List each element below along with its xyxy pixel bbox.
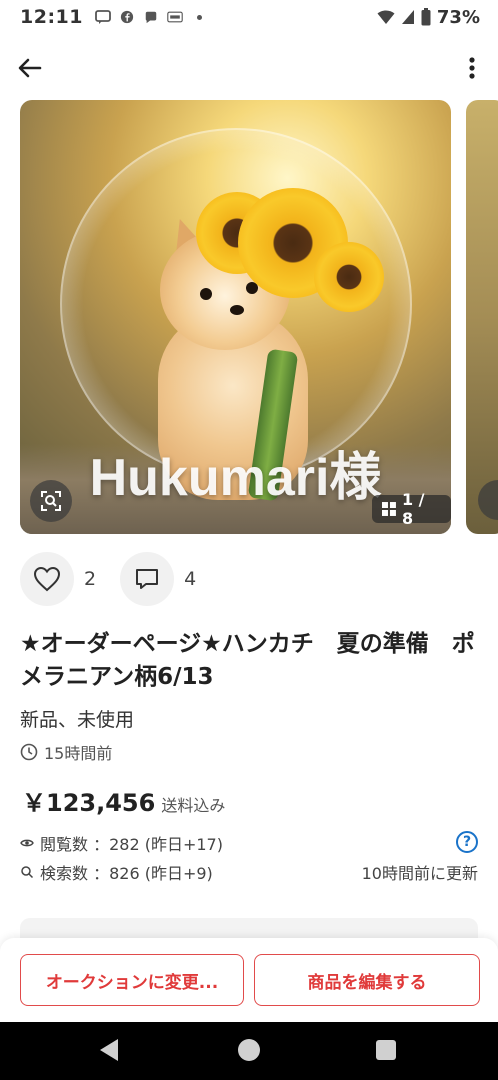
- battery-icon: [421, 8, 431, 26]
- more-notifications-dot: [196, 14, 202, 20]
- nav-back-icon[interactable]: [100, 1039, 118, 1061]
- dog-eye: [200, 288, 212, 300]
- help-icon[interactable]: ?: [456, 831, 478, 853]
- heart-icon: [33, 566, 61, 592]
- views-count: 閲覧数 ：282 (昨日+17): [40, 835, 223, 854]
- wifi-icon: [377, 10, 395, 24]
- nav-recent-apps-icon[interactable]: [376, 1040, 396, 1060]
- dog-nose: [230, 305, 244, 315]
- shipping-included: 送料込み: [161, 796, 226, 815]
- comment-count: 4: [184, 568, 197, 590]
- grid-icon: [382, 502, 396, 516]
- product-condition: 新品、未使用: [20, 709, 135, 731]
- edit-product-button[interactable]: 商品を編集する: [254, 954, 480, 1006]
- signal-icon: [401, 10, 414, 24]
- like-count: 2: [84, 568, 97, 590]
- change-to-auction-button[interactable]: オークションに変更...: [20, 954, 244, 1006]
- views-row: 閲覧数 ：282 (昨日+17): [20, 831, 223, 855]
- next-product-image[interactable]: [466, 100, 498, 534]
- comment-button[interactable]: [120, 552, 175, 606]
- status-right: 73%: [377, 7, 480, 28]
- searches-count: 検索数 ：826 (昨日+9): [40, 864, 213, 883]
- product-title: ★オーダーページ★ハンカチ 夏の準備 ポメラニアン柄6/13: [20, 631, 475, 690]
- product-image[interactable]: Hukumari様 1 / 8: [20, 100, 451, 534]
- app-bar: [0, 44, 498, 90]
- like-button[interactable]: [20, 552, 74, 606]
- battery-percent: 73%: [436, 6, 480, 28]
- temu-icon: [167, 11, 183, 23]
- bottom-action-bar: オークションに変更... 商品を編集する: [0, 938, 498, 1022]
- action-row: 2 4: [20, 552, 196, 606]
- price: ￥123,456: [22, 789, 156, 817]
- nav-home-icon[interactable]: [238, 1039, 260, 1061]
- lens-icon: [41, 491, 61, 511]
- system-nav-bar: [0, 1022, 498, 1080]
- status-bar: 12:11 73%: [0, 0, 498, 34]
- image-carousel[interactable]: Hukumari様 1 / 8: [20, 100, 498, 534]
- facebook-icon: [120, 10, 134, 24]
- searches-row: 検索数 ：826 (昨日+9): [20, 860, 213, 884]
- posted-time: 15時間前: [44, 744, 113, 763]
- updated-time: 10時間前に更新: [361, 864, 478, 883]
- comment-icon: [136, 569, 159, 589]
- more-options-button[interactable]: [462, 52, 482, 84]
- image-search-button[interactable]: [478, 480, 498, 520]
- back-button[interactable]: [14, 52, 46, 84]
- clock-icon: [20, 743, 38, 761]
- sunflower: [314, 242, 384, 312]
- status-time: 12:11: [20, 6, 83, 28]
- image-counter-text: 1 / 8: [401, 490, 425, 528]
- eye-icon: [20, 839, 34, 847]
- arrow-left-icon: [18, 58, 42, 78]
- notification-icons: [95, 10, 202, 24]
- image-search-button[interactable]: [30, 480, 72, 522]
- posted-time-row: 15時間前: [20, 740, 112, 764]
- image-counter: 1 / 8: [372, 490, 451, 528]
- chat-app-icon: [145, 11, 157, 24]
- message-icon: [95, 10, 111, 24]
- more-vertical-icon: [469, 57, 475, 79]
- search-icon: [21, 866, 34, 879]
- price-row: ￥123,456 送料込み: [22, 783, 225, 818]
